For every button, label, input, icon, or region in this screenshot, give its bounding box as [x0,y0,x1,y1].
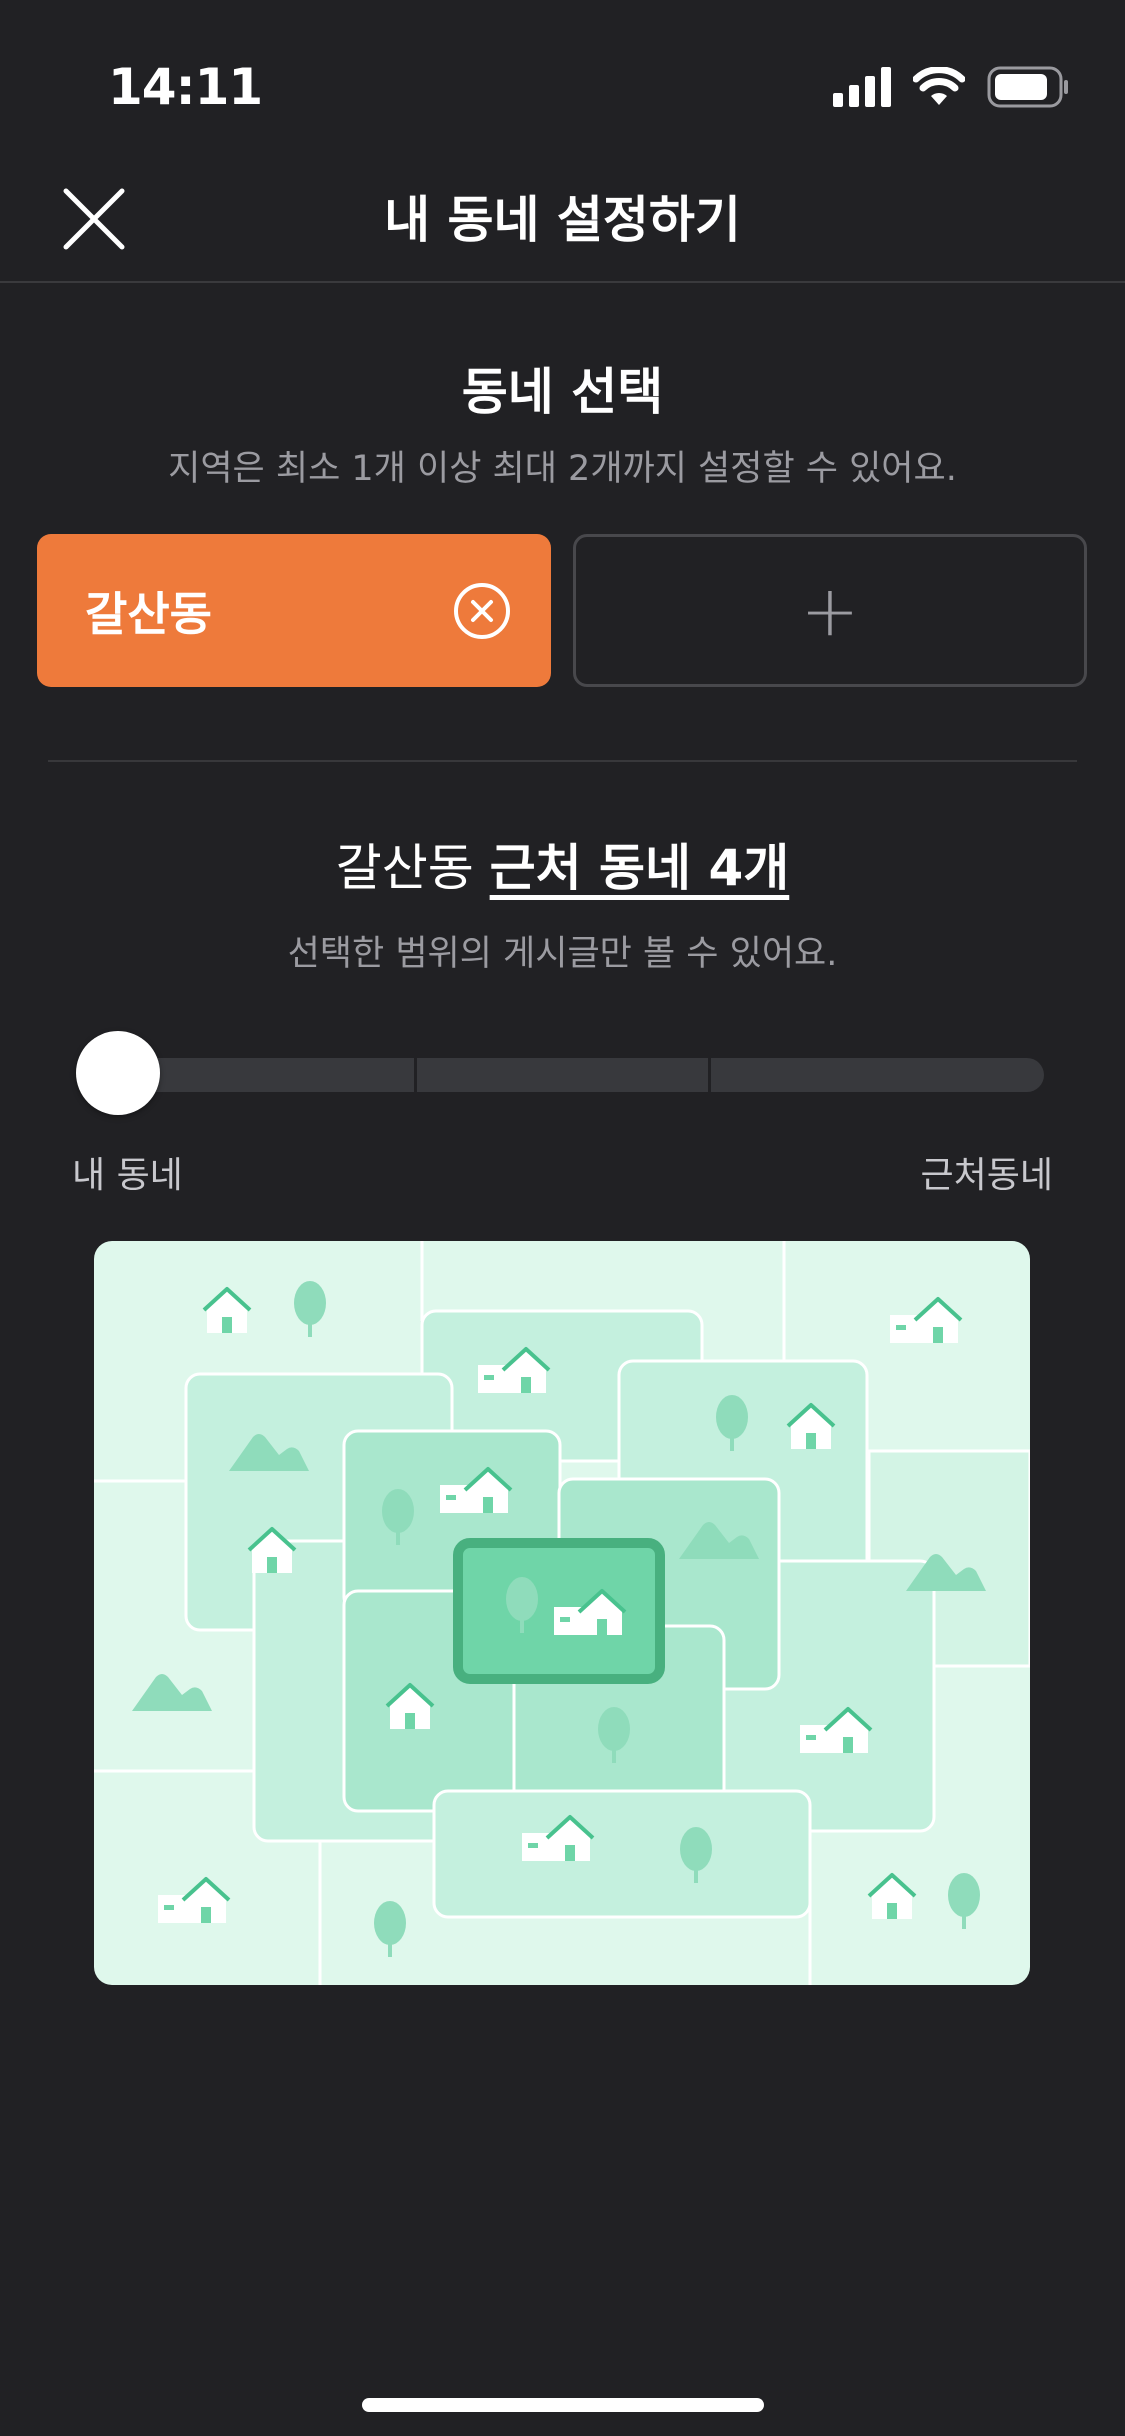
range-title: 갈산동 근처 동네 4개 [0,828,1125,900]
range-subtitle: 선택한 범위의 게시글만 볼 수 있어요. [287,934,838,974]
add-neighborhood-button[interactable]: + [573,534,1087,687]
plus-icon: + [800,569,860,652]
slider-tick [708,1058,711,1092]
section-subtitle: 지역은 최소 1개 이상 최대 2개까지 설정할 수 있어요. [168,449,957,489]
neighborhood-map-illustration [94,1241,1030,1985]
circle-x-icon[interactable] [453,582,511,640]
slider-tick [414,1058,417,1092]
neighborhood-chip-label: 갈산동 [85,586,212,641]
nav-divider [0,281,1125,283]
range-max-label: 근처동네 [920,1155,1053,1196]
neighborhood-chip-selected[interactable]: 갈산동 [37,534,551,687]
section-title: 동네 선택 [461,363,664,421]
range-title-highlight: 근처 동네 4개 [489,839,790,897]
status-time: 14:11 [108,58,263,116]
section-divider [48,760,1077,762]
status-icons [833,62,1069,112]
page-title: 내 동네 설정하기 [384,191,741,249]
range-slider-thumb[interactable] [76,1031,160,1115]
battery-icon [987,66,1068,108]
cellular-signal-icon [833,67,891,107]
range-title-prefix: 갈산동 [335,839,490,897]
home-indicator [362,2398,764,2412]
wifi-icon [913,67,965,105]
range-slider-track[interactable] [80,1058,1044,1092]
range-min-label: 내 동네 [72,1155,183,1196]
